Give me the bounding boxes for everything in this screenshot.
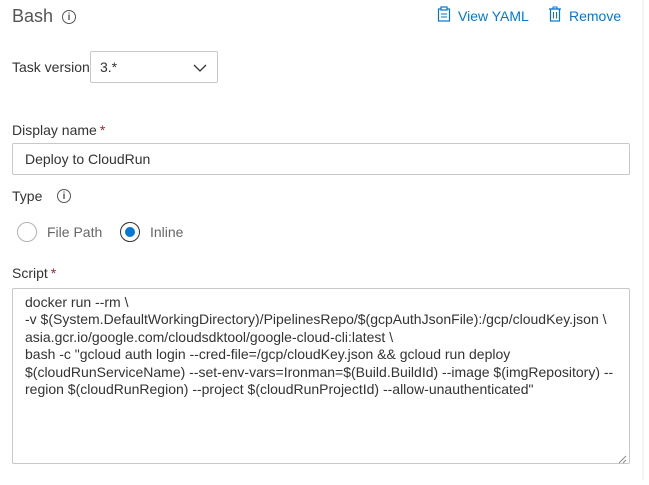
script-line: region $(cloudRunRegion) --project $(clo… <box>25 381 534 398</box>
type-label: Type <box>12 188 43 204</box>
scrollbar[interactable] <box>637 0 649 480</box>
display-name-value: Deploy to CloudRun <box>25 151 151 167</box>
script-required-marker: * <box>50 265 57 281</box>
display-name-label: Display name <box>12 122 97 138</box>
info-icon[interactable]: i <box>62 10 76 24</box>
remove-button[interactable]: Remove <box>548 6 621 25</box>
trash-icon <box>548 6 562 25</box>
task-title: Bash <box>12 6 54 26</box>
radio-inline[interactable]: Inline <box>120 222 183 242</box>
remove-label: Remove <box>569 7 622 24</box>
view-yaml-label: View YAML <box>458 7 529 24</box>
required-marker: * <box>99 122 106 138</box>
radio-file-path[interactable]: File Path <box>17 222 102 242</box>
radio-inline-label: Inline <box>150 224 184 240</box>
chevron-down-icon <box>193 59 207 75</box>
view-yaml-button[interactable]: View YAML <box>437 6 529 25</box>
script-line: docker run --rm \ <box>25 294 129 310</box>
script-label: Script <box>12 265 48 281</box>
display-name-label-row: Display name * <box>12 122 105 138</box>
script-line: asia.gcr.io/google.com/cloudsdktool/goog… <box>25 328 394 345</box>
task-version-value: 3.* <box>100 59 118 75</box>
radio-file-path-circle[interactable] <box>17 222 37 242</box>
script-textarea[interactable]: docker run --rm \ -v $(System.DefaultWor… <box>12 288 630 464</box>
resize-handle-icon[interactable] <box>617 451 627 464</box>
type-info-icon[interactable]: i <box>57 189 71 203</box>
radio-file-path-label: File Path <box>47 224 103 240</box>
script-line: -v $(System.DefaultWorkingDirectory)/Pip… <box>25 311 607 328</box>
task-version-select[interactable]: 3.* <box>90 51 218 83</box>
script-line: $(cloudRunServiceName) --set-env-vars=Ir… <box>25 363 614 380</box>
radio-inline-circle[interactable] <box>120 222 140 242</box>
script-line: bash -c "gcloud auth login --cred-file=/… <box>25 346 511 363</box>
script-label-row: Script * <box>12 265 56 281</box>
clipboard-icon <box>437 6 451 25</box>
task-version-label: Task version <box>12 59 90 75</box>
display-name-input[interactable]: Deploy to CloudRun <box>12 143 630 175</box>
